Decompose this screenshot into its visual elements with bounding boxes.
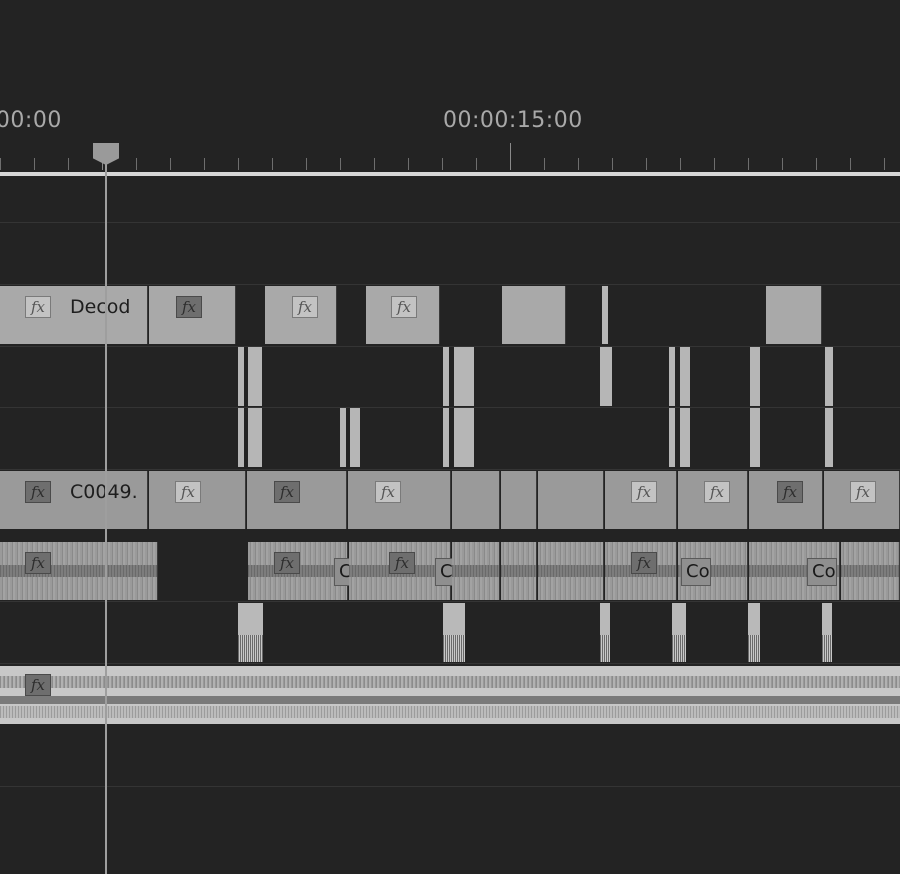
video-clip[interactable]: fx bbox=[265, 286, 337, 344]
audio-clip[interactable]: Co bbox=[678, 542, 748, 600]
video-clip[interactable] bbox=[825, 408, 833, 467]
track-divider bbox=[0, 407, 900, 408]
video-clip[interactable]: fx Decod bbox=[0, 286, 148, 344]
video-clip[interactable]: fx bbox=[149, 471, 246, 529]
fx-badge-icon[interactable]: fx bbox=[391, 296, 417, 318]
audio-clip[interactable] bbox=[672, 603, 686, 662]
fx-badge-icon[interactable]: fx bbox=[704, 481, 730, 503]
fx-badge-icon[interactable]: fx bbox=[274, 552, 300, 574]
video-clip[interactable] bbox=[501, 471, 537, 529]
video-clip[interactable] bbox=[340, 408, 346, 467]
video-clip[interactable] bbox=[766, 286, 822, 344]
ruler-timecode: :00:00 bbox=[0, 108, 62, 133]
fx-badge-icon[interactable]: fx bbox=[631, 481, 657, 503]
fx-badge-icon[interactable]: fx bbox=[631, 552, 657, 574]
audio-clip[interactable]: fx Co bbox=[349, 542, 465, 600]
fx-badge-icon[interactable]: fx bbox=[375, 481, 401, 503]
video-clip[interactable] bbox=[680, 408, 690, 467]
video-clip[interactable]: fx bbox=[149, 286, 236, 344]
track-divider bbox=[0, 469, 900, 470]
track-divider bbox=[0, 786, 900, 787]
playhead-line[interactable] bbox=[105, 150, 107, 874]
video-clip[interactable] bbox=[238, 408, 244, 467]
video-clip[interactable] bbox=[750, 408, 760, 467]
audio-clip[interactable] bbox=[501, 542, 537, 600]
fx-badge-icon[interactable]: fx bbox=[850, 481, 876, 503]
video-clip[interactable] bbox=[454, 408, 474, 467]
audio-clip[interactable]: fx bbox=[605, 542, 677, 600]
fx-badge-icon[interactable]: fx bbox=[176, 296, 202, 318]
track-divider bbox=[0, 284, 900, 285]
video-clip[interactable] bbox=[454, 347, 474, 406]
audio-clip[interactable] bbox=[841, 542, 900, 600]
video-clip[interactable] bbox=[750, 347, 760, 406]
audio-clip[interactable] bbox=[452, 542, 500, 600]
audio-clip[interactable] bbox=[443, 603, 465, 662]
video-clip[interactable] bbox=[669, 347, 675, 406]
video-clip[interactable]: fx bbox=[366, 286, 440, 344]
video-clip[interactable] bbox=[669, 408, 675, 467]
audio-clip[interactable] bbox=[748, 603, 760, 662]
video-clip[interactable]: fx C0049. bbox=[0, 471, 148, 529]
video-clip[interactable] bbox=[248, 408, 262, 467]
audio-clip[interactable] bbox=[600, 603, 610, 662]
clip-name: C0049. bbox=[70, 481, 138, 503]
ruler-timecode: 00:00:15:00 bbox=[443, 108, 583, 133]
fx-badge-icon[interactable]: fx bbox=[175, 481, 201, 503]
track-divider bbox=[0, 222, 900, 223]
ruler-baseline bbox=[0, 172, 900, 176]
video-clip[interactable] bbox=[825, 347, 833, 406]
video-clip[interactable] bbox=[452, 471, 500, 529]
track-divider bbox=[0, 346, 900, 347]
video-clip[interactable] bbox=[443, 408, 449, 467]
video-clip[interactable]: fx bbox=[348, 471, 451, 529]
video-clip[interactable] bbox=[600, 347, 612, 406]
audio-clip[interactable] bbox=[822, 603, 832, 662]
clip-name: Decod bbox=[70, 296, 131, 318]
video-clip[interactable]: fx bbox=[678, 471, 748, 529]
video-clip[interactable] bbox=[602, 286, 608, 344]
video-clip[interactable]: fx bbox=[247, 471, 347, 529]
fx-badge-icon[interactable]: fx bbox=[274, 481, 300, 503]
fx-badge-icon[interactable]: fx bbox=[25, 552, 51, 574]
video-clip[interactable]: fx bbox=[824, 471, 900, 529]
video-clip[interactable] bbox=[248, 347, 262, 406]
audio-clip[interactable]: fx Co bbox=[248, 542, 364, 600]
audio-clip[interactable] bbox=[538, 542, 604, 600]
fx-badge-icon[interactable]: fx bbox=[25, 674, 51, 696]
fx-badge-icon[interactable]: fx bbox=[777, 481, 803, 503]
video-clip[interactable] bbox=[238, 347, 244, 406]
video-clip[interactable] bbox=[502, 286, 566, 344]
video-clip[interactable] bbox=[443, 347, 449, 406]
video-clip[interactable]: fx bbox=[749, 471, 823, 529]
track-divider bbox=[0, 663, 900, 664]
clip-keyframe-badge[interactable]: Co bbox=[681, 558, 711, 586]
audio-clip[interactable]: fx bbox=[0, 542, 158, 600]
video-clip[interactable] bbox=[680, 347, 690, 406]
timeline-panel[interactable]: :00:00 00:00:15:00 fx Decod fx fx fx bbox=[0, 0, 900, 874]
fx-badge-icon[interactable]: fx bbox=[292, 296, 318, 318]
clip-keyframe-badge[interactable]: Co bbox=[807, 558, 837, 586]
video-clip[interactable] bbox=[538, 471, 604, 529]
audio-clip[interactable] bbox=[238, 603, 263, 662]
fx-badge-icon[interactable]: fx bbox=[25, 481, 51, 503]
video-clip[interactable]: fx bbox=[605, 471, 677, 529]
fx-badge-icon[interactable]: fx bbox=[389, 552, 415, 574]
audio-clip[interactable]: Co bbox=[749, 542, 840, 600]
video-clip[interactable] bbox=[350, 408, 360, 467]
fx-badge-icon[interactable]: fx bbox=[25, 296, 51, 318]
track-divider bbox=[0, 601, 900, 602]
audio-clip[interactable]: fx bbox=[0, 666, 900, 724]
